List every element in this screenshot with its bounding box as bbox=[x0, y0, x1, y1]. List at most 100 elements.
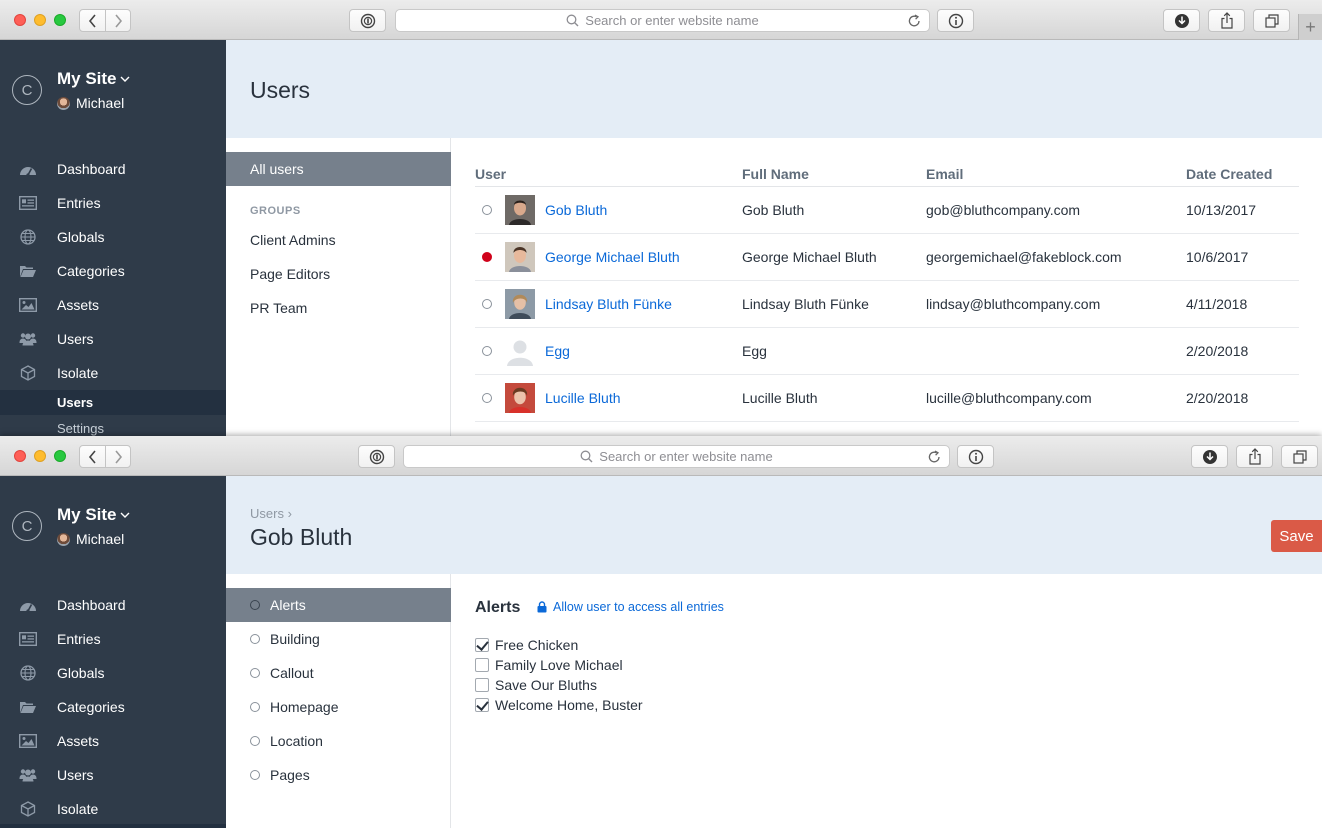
forward-button[interactable] bbox=[105, 446, 130, 467]
sidebar-item-users[interactable]: Users bbox=[0, 758, 226, 792]
sidebar-item-users[interactable]: Users bbox=[0, 322, 226, 356]
column-header-email[interactable]: Email bbox=[926, 162, 1186, 187]
column-header-date-created[interactable]: Date Created bbox=[1186, 162, 1299, 187]
table-row[interactable]: Lindsay Bluth Fünke Lindsay Bluth Fünke … bbox=[475, 280, 1299, 328]
site-switcher[interactable]: My Site bbox=[57, 505, 130, 525]
address-bar[interactable]: Search or enter website name bbox=[395, 9, 930, 32]
sidebar-item-categories[interactable]: Categories bbox=[0, 254, 226, 288]
reload-icon[interactable] bbox=[928, 450, 941, 464]
allow-all-entries-link[interactable]: Allow user to access all entries bbox=[537, 600, 724, 614]
minimize-window-button[interactable] bbox=[34, 450, 46, 462]
folder-icon bbox=[19, 263, 37, 279]
checkbox-checked[interactable] bbox=[475, 698, 489, 712]
sidebar-item-dashboard[interactable]: Dashboard bbox=[0, 588, 226, 622]
password-manager-button[interactable] bbox=[349, 9, 386, 32]
dashboard-icon bbox=[19, 597, 37, 613]
tab-building[interactable]: Building bbox=[226, 622, 451, 656]
user-link[interactable]: Gob Bluth bbox=[545, 202, 607, 218]
close-window-button[interactable] bbox=[14, 450, 26, 462]
share-button[interactable] bbox=[1208, 9, 1245, 32]
column-header-full-name[interactable]: Full Name bbox=[742, 162, 926, 187]
tabs-overview-button[interactable] bbox=[1281, 445, 1318, 468]
user-link[interactable]: George Michael Bluth bbox=[545, 249, 680, 265]
sidebar-item-globals[interactable]: Globals bbox=[0, 220, 226, 254]
row-select-radio[interactable] bbox=[482, 345, 492, 356]
sidebar-item-dashboard[interactable]: Dashboard bbox=[0, 152, 226, 186]
row-select-radio[interactable] bbox=[482, 298, 492, 309]
nav-group-pr-team[interactable]: PR Team bbox=[226, 291, 451, 325]
tab-callout[interactable]: Callout bbox=[226, 656, 451, 690]
save-button[interactable]: Save bbox=[1271, 520, 1322, 552]
account-menu[interactable]: Michael bbox=[57, 95, 124, 111]
tab-location[interactable]: Location bbox=[226, 724, 451, 758]
checkbox-checked[interactable] bbox=[475, 638, 489, 652]
site-logo[interactable]: C bbox=[12, 511, 42, 541]
downloads-button[interactable] bbox=[1163, 9, 1200, 32]
sidebar-subitem-settings[interactable]: Settings bbox=[0, 416, 226, 437]
site-logo[interactable]: C bbox=[12, 75, 42, 105]
nav-group-client-admins[interactable]: Client Admins bbox=[226, 223, 451, 257]
reload-icon[interactable] bbox=[908, 14, 921, 28]
row-select-radio[interactable] bbox=[482, 204, 492, 215]
sidebar-item-globals[interactable]: Globals bbox=[0, 656, 226, 690]
radio-icon bbox=[250, 770, 260, 780]
sidebar-item-assets[interactable]: Assets bbox=[0, 288, 226, 322]
tab-alerts[interactable]: Alerts bbox=[226, 588, 451, 622]
sidebar-item-entries[interactable]: Entries bbox=[0, 622, 226, 656]
user-link[interactable]: Egg bbox=[545, 343, 570, 359]
share-button[interactable] bbox=[1236, 445, 1273, 468]
table-row[interactable]: George Michael Bluth George Michael Blut… bbox=[475, 233, 1299, 281]
column-header-user[interactable]: User bbox=[475, 162, 742, 187]
alert-option[interactable]: Welcome Home, Buster bbox=[475, 695, 643, 715]
sidebar-item-assets[interactable]: Assets bbox=[0, 724, 226, 758]
radio-icon bbox=[250, 736, 260, 746]
tab-homepage[interactable]: Homepage bbox=[226, 690, 451, 724]
cube-icon bbox=[19, 365, 37, 381]
nav-group-page-editors[interactable]: Page Editors bbox=[226, 257, 451, 291]
main-content: Users All users GROUPS Client Admins Pag… bbox=[226, 40, 1322, 437]
alert-option[interactable]: Save Our Bluths bbox=[475, 675, 643, 695]
sidebar-item-isolate[interactable]: Isolate bbox=[0, 792, 226, 826]
avatar bbox=[505, 194, 535, 225]
forward-button[interactable] bbox=[105, 10, 130, 31]
new-tab-button[interactable]: + bbox=[1298, 14, 1322, 40]
sidebar-item-isolate[interactable]: Isolate bbox=[0, 356, 226, 390]
user-link[interactable]: Lucille Bluth bbox=[545, 390, 621, 406]
breadcrumb-users-link[interactable]: Users bbox=[250, 506, 284, 521]
minimize-window-button[interactable] bbox=[34, 14, 46, 26]
zoom-window-button[interactable] bbox=[54, 14, 66, 26]
email-cell: georgemichael@fakeblock.com bbox=[926, 233, 1186, 281]
tab-pages[interactable]: Pages bbox=[226, 758, 451, 792]
close-window-button[interactable] bbox=[14, 14, 26, 26]
password-manager-button[interactable] bbox=[358, 445, 395, 468]
alert-option[interactable]: Family Love Michael bbox=[475, 655, 643, 675]
table-row[interactable]: Egg Egg 2/20/2018 bbox=[475, 327, 1299, 375]
table-row[interactable]: Gob Bluth Gob Bluth gob@bluthcompany.com… bbox=[475, 186, 1299, 234]
online-status-indicator[interactable] bbox=[482, 251, 492, 262]
image-icon bbox=[19, 733, 37, 749]
back-button[interactable] bbox=[80, 10, 105, 31]
alert-option[interactable]: Free Chicken bbox=[475, 635, 643, 655]
user-link[interactable]: Lindsay Bluth Fünke bbox=[545, 296, 672, 312]
account-menu[interactable]: Michael bbox=[57, 531, 124, 547]
radio-icon bbox=[250, 634, 260, 644]
site-switcher[interactable]: My Site bbox=[57, 69, 130, 89]
downloads-button[interactable] bbox=[1191, 445, 1228, 468]
back-button[interactable] bbox=[80, 446, 105, 467]
sidebar-item-categories[interactable]: Categories bbox=[0, 690, 226, 724]
nav-all-users[interactable]: All users bbox=[226, 152, 451, 186]
page-info-button[interactable] bbox=[957, 445, 994, 468]
zoom-window-button[interactable] bbox=[54, 450, 66, 462]
address-bar[interactable]: Search or enter website name bbox=[403, 445, 950, 468]
sidebar-subitem-users[interactable]: Users bbox=[0, 390, 226, 415]
alerts-panel: Alerts Allow user to access all entries … bbox=[451, 574, 1322, 828]
checkbox-unchecked[interactable] bbox=[475, 658, 489, 672]
checkbox-unchecked[interactable] bbox=[475, 678, 489, 692]
date-cell: 10/13/2017 bbox=[1186, 186, 1299, 234]
sidebar-item-entries[interactable]: Entries bbox=[0, 186, 226, 220]
row-select-radio[interactable] bbox=[482, 392, 492, 403]
tabs-overview-button[interactable] bbox=[1253, 9, 1290, 32]
page-info-button[interactable] bbox=[937, 9, 974, 32]
avatar bbox=[57, 96, 70, 110]
table-row[interactable]: Lucille Bluth Lucille Bluth lucille@blut… bbox=[475, 374, 1299, 422]
